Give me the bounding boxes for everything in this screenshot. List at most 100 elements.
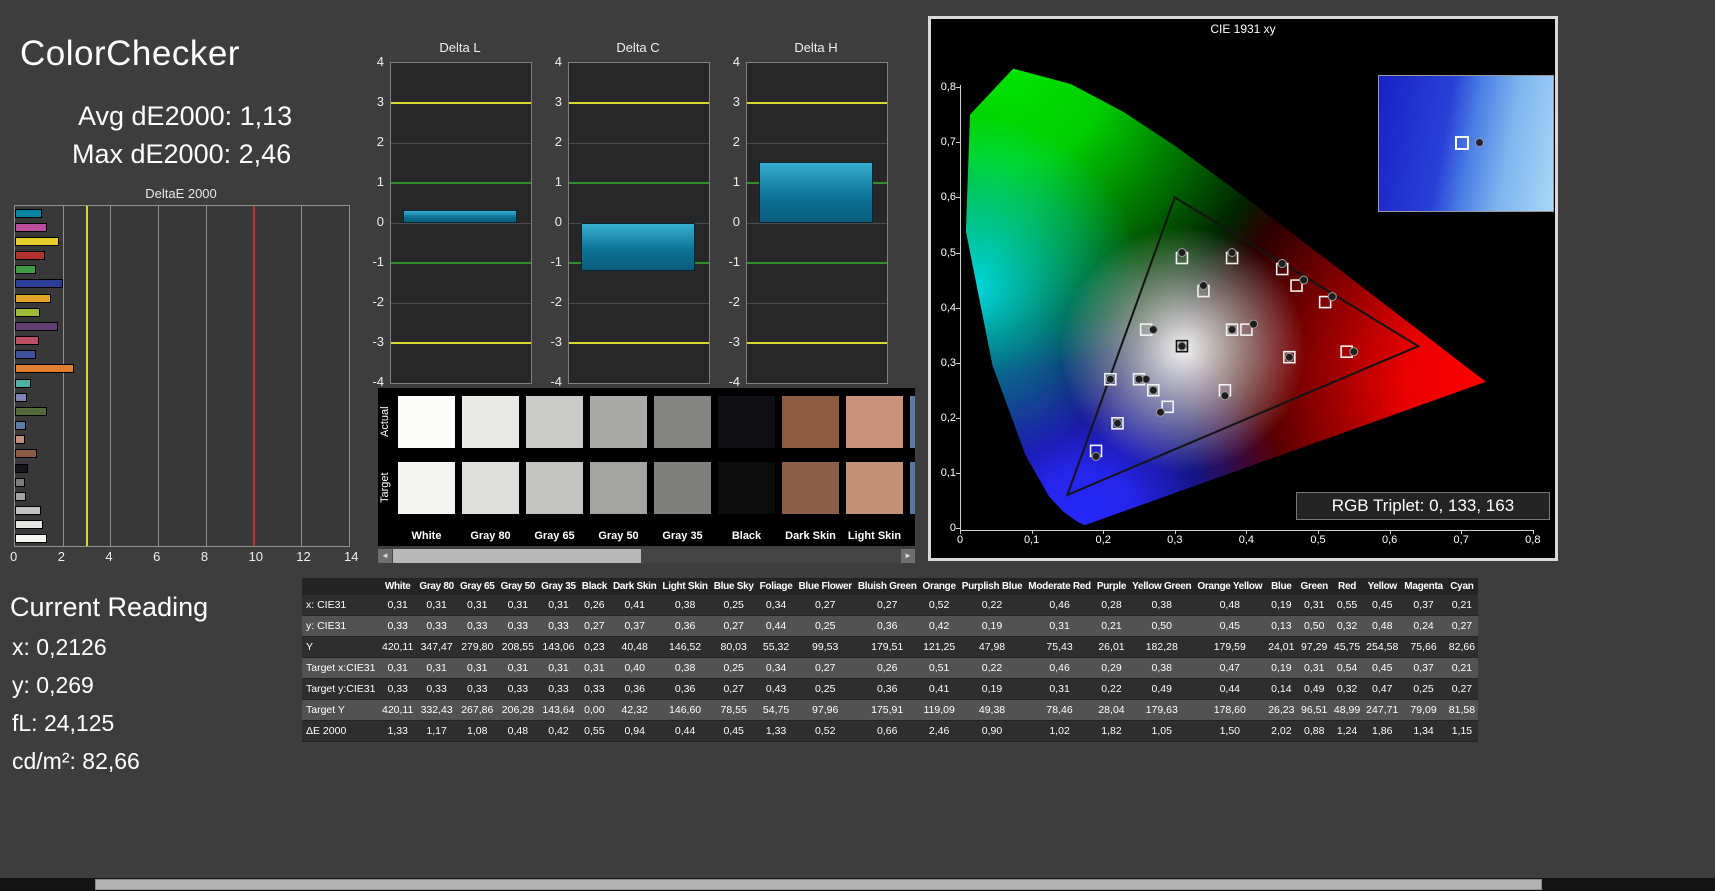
- window-horizontal-scrollbar[interactable]: [0, 878, 1715, 891]
- table-cell: 0,25: [795, 615, 855, 637]
- table-cell: 0,48: [1363, 615, 1402, 637]
- table-cell: 178,60: [1194, 699, 1266, 721]
- deltae-bar: [15, 520, 43, 530]
- axis-tick-label: 0,5: [1310, 534, 1326, 546]
- column-header: Moderate Red: [1025, 578, 1094, 595]
- table-cell: 0,27: [854, 595, 920, 616]
- gridline: [301, 206, 303, 546]
- table-cell: 247,71: [1363, 699, 1402, 721]
- table-cell: 0,51: [919, 657, 959, 679]
- table-cell: 0,47: [1194, 657, 1266, 679]
- swatch-scrollbar-thumb[interactable]: [393, 549, 641, 563]
- table-cell: 0,31: [416, 595, 457, 616]
- table-row: x: CIE31 0,31 0,31 0,31 0,31 0,31 0,26 0,41 0,38…: [302, 595, 1479, 616]
- table-cell: 79,09: [1401, 699, 1446, 721]
- table-cell: 47,98: [958, 636, 1026, 658]
- table-row: y: CIE31 0,33 0,33 0,33 0,33 0,33 0,27 0,37 0,36…: [302, 615, 1479, 637]
- measured-marker: [1284, 352, 1294, 362]
- table-cell: 0,19: [1265, 595, 1298, 616]
- reference-line: [569, 102, 709, 104]
- deltae2000-plot-area: [14, 205, 350, 547]
- reference-line: [747, 102, 887, 104]
- table-cell: 81,58: [1445, 699, 1479, 721]
- table-cell: 0,22: [958, 657, 1026, 679]
- axis-tick-label: 0,1: [940, 466, 956, 479]
- table-row: ΔE 2000 1,33 1,17 1,08 0,48 0,42 0,55 0,94 0,44 0…: [302, 720, 1479, 742]
- table-cell: 26,01: [1093, 636, 1130, 658]
- axis-tick-label: 0: [376, 214, 384, 229]
- table-cell: 1,05: [1129, 720, 1195, 742]
- axis-tick-label: 0: [949, 522, 956, 534]
- measured-marker: [1134, 374, 1144, 384]
- deltae-bar: [15, 236, 60, 246]
- zoom-thumbnail: [1378, 75, 1554, 212]
- table-cell: 2,46: [919, 720, 959, 742]
- reading-x: x: 0,2126: [12, 634, 107, 660]
- table-cell: 420,11: [379, 636, 417, 658]
- table-cell: 75,66: [1401, 636, 1446, 658]
- hscroll-thumb[interactable]: [95, 879, 1542, 890]
- deltae-bar: [15, 477, 26, 487]
- table-cell: 267,86: [456, 699, 498, 721]
- table-cell: 0,32: [1330, 678, 1364, 700]
- axis-tick: [956, 528, 960, 529]
- table-cell: 0,33: [578, 678, 610, 700]
- table-cell: 0,54: [1330, 657, 1364, 679]
- thumbnail-target-marker: [1455, 136, 1469, 150]
- table-cell: 0,36: [659, 678, 711, 700]
- axis-tick-label: -2: [550, 294, 562, 309]
- table-cell: 0,38: [659, 595, 711, 616]
- axis-tick: [956, 197, 960, 199]
- swatch-actual: [910, 396, 915, 448]
- column-header: Gray 35: [538, 578, 579, 595]
- swatch-actual: [398, 396, 455, 448]
- column-header: Black: [578, 578, 610, 595]
- row-label: Target x:CIE31: [302, 657, 379, 679]
- table-cell: 0,34: [756, 595, 796, 616]
- row-label: Y: [302, 636, 379, 658]
- axis-tick-label: -2: [372, 294, 384, 309]
- reference-line: [252, 206, 255, 546]
- table-cell: 0,33: [379, 615, 417, 637]
- scroll-right-button[interactable]: ►: [901, 549, 915, 563]
- reference-line: [391, 342, 531, 344]
- table-cell: 0,48: [1194, 595, 1266, 616]
- reference-line: [391, 262, 531, 264]
- table-cell: 0,19: [1265, 657, 1298, 679]
- axis-tick: [956, 252, 960, 254]
- table-cell: 78,46: [1025, 699, 1094, 721]
- measured-marker: [1198, 281, 1208, 291]
- axis-tick-label: -1: [372, 254, 384, 269]
- axis-tick-label: -2: [728, 294, 740, 309]
- measured-marker: [1227, 248, 1237, 257]
- axis-tick-label: -3: [550, 334, 562, 349]
- table-row: Target Y 420,11 332,43 267,86 206,28 143,64 0,…: [302, 699, 1479, 721]
- column-header: Yellow: [1363, 578, 1402, 595]
- reference-line: [569, 182, 709, 184]
- swatch-actual: [718, 396, 775, 448]
- table-cell: 0,37: [609, 615, 660, 637]
- swatch-name: Gray 35: [662, 530, 703, 542]
- table-cell: 80,03: [710, 636, 757, 658]
- table-cell: 0,31: [538, 657, 579, 679]
- deltae-bar: [15, 222, 47, 232]
- table-cell: 42,32: [609, 699, 660, 721]
- swatch-scrollbar[interactable]: ◄ ►: [378, 549, 915, 563]
- actual-row-label: Actual: [379, 406, 391, 438]
- measured-marker: [1091, 451, 1101, 461]
- axis-tick-label: 0,5: [940, 246, 956, 259]
- table-cell: 0,26: [578, 595, 610, 616]
- reference-line: [391, 102, 531, 104]
- axis-tick-label: 0,2: [940, 411, 956, 424]
- table-cell: 1,17: [416, 720, 457, 742]
- scroll-left-button[interactable]: ◄: [378, 549, 392, 563]
- deltae-bar: [15, 449, 38, 459]
- table-cell: 0,31: [1297, 595, 1331, 616]
- cie-1931-diagram: CIE 1931 xy RGB Triplet: 0, 133, 163 0 0,…: [928, 16, 1558, 561]
- column-header: Yellow Green: [1129, 578, 1195, 595]
- table-header-row: White Gray 80 Gray 65 Gray 50 Gray 35 Black Da…: [302, 578, 1479, 595]
- table-cell: 0,37: [1401, 595, 1446, 616]
- axis-tick: [1389, 530, 1391, 534]
- swatch-name: Light Skin: [847, 530, 902, 542]
- table-cell: 146,60: [659, 699, 711, 721]
